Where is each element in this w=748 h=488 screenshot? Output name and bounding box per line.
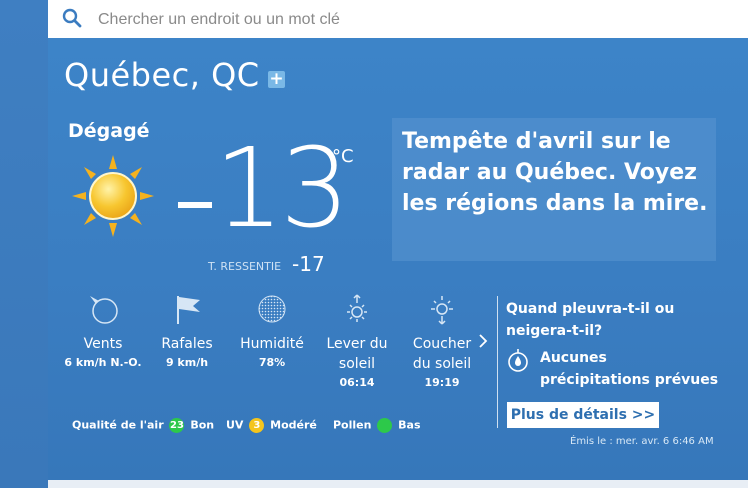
- detail-wind: Vents 6 km/h N.-O.: [63, 292, 143, 372]
- page-gutter: [0, 0, 48, 488]
- uv-index: UV 3 Modéré: [226, 418, 317, 433]
- condition-text: Dégagé: [68, 120, 150, 142]
- section-divider: [497, 296, 498, 428]
- more-details-button[interactable]: Plus de détails >>: [507, 402, 659, 428]
- city-name: Québec, QC: [64, 56, 260, 94]
- feels-like-label: T. RESSENTIE: [208, 260, 282, 273]
- detail-gusts: Rafales 9 km/h: [147, 292, 227, 372]
- sunrise-icon: [347, 294, 367, 322]
- sunset-icon: [431, 296, 453, 325]
- temperature-value: 13: [214, 124, 350, 252]
- precipitation-title: Quand pleuvra-t-il ou neigera-t-il?: [506, 301, 675, 339]
- pollen-text: Bas: [398, 418, 421, 432]
- uv-badge: 3: [249, 418, 265, 433]
- detail-label: Humidité: [240, 336, 304, 352]
- detail-label: Coucher du soleil: [412, 336, 472, 372]
- bottom-strip: [48, 480, 748, 488]
- stopwatch-drop-icon: [508, 349, 528, 372]
- detail-humidity: Humidité 78%: [232, 292, 312, 372]
- detail-sunrise: Lever du soleil 06:14: [317, 292, 397, 392]
- detail-value: 06:14: [339, 376, 375, 389]
- air-quality-index: Qualité de l'air 23 Bon: [72, 418, 214, 433]
- air-quality-label: Qualité de l'air: [72, 418, 164, 432]
- pollen-label: Pollen: [333, 418, 372, 432]
- detail-label: Lever du soleil: [326, 336, 388, 372]
- detail-value: 19:19: [424, 376, 460, 389]
- wind-icon: [90, 296, 118, 324]
- detail-value: 78%: [258, 356, 286, 369]
- issued-timestamp: Émis le : mer. avr. 6 6:46 AM: [570, 436, 714, 447]
- detail-label: Vents: [83, 336, 123, 352]
- precipitation-text: Aucunes précipitations prévues: [540, 350, 719, 388]
- pollen-badge: [377, 418, 393, 433]
- search-input[interactable]: [96, 6, 720, 34]
- temperature-unit: °C: [332, 146, 354, 167]
- detail-sunset: Coucher du soleil 19:19: [402, 292, 482, 392]
- news-headline[interactable]: Tempête d'avril sur le radar au Québec. …: [402, 126, 710, 219]
- detail-value: 9 km/h: [165, 356, 209, 369]
- air-quality-text: Bon: [190, 418, 215, 432]
- search-icon[interactable]: [62, 8, 82, 28]
- uv-text: Modéré: [270, 418, 317, 432]
- temperature-minus-sign: [178, 202, 212, 208]
- sun-icon: [72, 155, 154, 237]
- chevron-right-icon[interactable]: [477, 333, 489, 349]
- pollen-index: Pollen Bas: [333, 418, 421, 433]
- news-banner[interactable]: Tempête d'avril sur le radar au Québec. …: [392, 118, 716, 261]
- feels-like-value: -17: [292, 252, 325, 276]
- uv-label: UV: [226, 418, 244, 432]
- detail-value: 6 km/h N.-O.: [64, 356, 142, 369]
- add-city-button[interactable]: +: [268, 71, 285, 88]
- gust-flag-icon: [177, 296, 200, 324]
- humidity-icon: [258, 295, 286, 323]
- air-quality-badge: 23: [169, 418, 185, 433]
- detail-label: Rafales: [161, 336, 213, 352]
- search-bar: [48, 0, 748, 38]
